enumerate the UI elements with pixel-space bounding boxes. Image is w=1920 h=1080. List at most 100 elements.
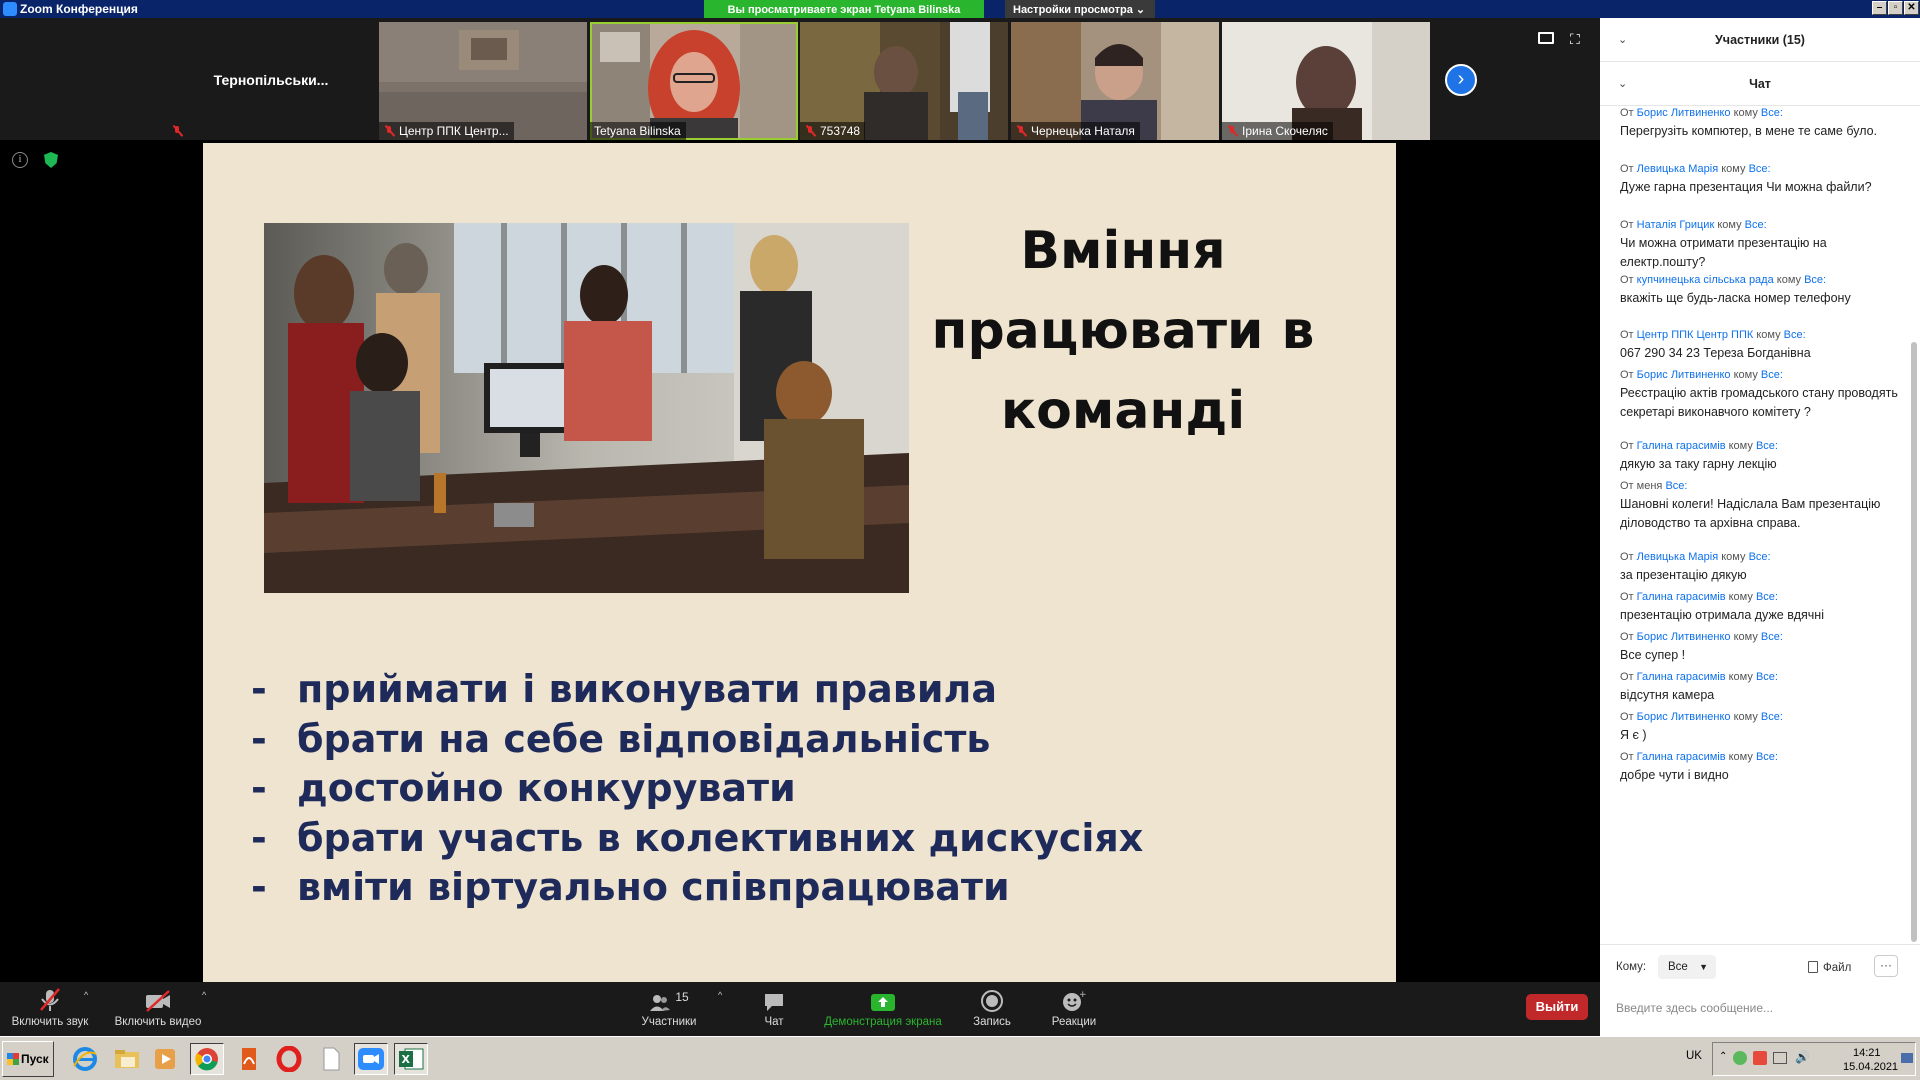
sender-name[interactable]: купчинецька сільська рада [1637,274,1774,286]
unmute-button[interactable]: Включить звук [10,982,90,1036]
meeting-info-icon[interactable]: i [12,152,28,168]
participants-icon [650,995,671,1011]
clock-time[interactable]: 14:21 [1853,1047,1881,1059]
participants-button[interactable]: 15 Участники [632,982,706,1036]
participant-tile[interactable]: Чернецька Наталя [1011,22,1219,140]
media-player-icon[interactable] [148,1043,182,1075]
collapse-chevron-icon[interactable]: ⌄ [1618,62,1627,106]
tray-network-icon[interactable] [1753,1051,1767,1065]
chevron-down-icon: ▼ [1699,962,1708,972]
chat-message: От Борис Литвиненко кому Все: Реєстрацію … [1620,368,1900,422]
chat-message-text: Чи можна отримати презентацію на електр.… [1620,236,1827,269]
chrome-icon[interactable] [190,1043,224,1075]
maximize-button[interactable]: ▫ [1888,1,1903,15]
chat-panel-header[interactable]: ⌄ Чат [1600,62,1920,106]
collapse-chevron-icon[interactable]: ⌄ [1618,18,1627,62]
chat-scrollbar-thumb[interactable] [1911,342,1917,942]
sender-name[interactable]: Левицька Марія [1637,163,1719,175]
view-options-button[interactable]: Настройки просмотра ⌄ [1005,0,1155,20]
chat-message-meta: От Центр ППК Центр ППК кому Все: [1620,329,1806,341]
sender-name[interactable]: Борис Литвиненко [1637,107,1731,119]
participant-tile[interactable]: Тернопільськи... [167,22,375,140]
participants-count: 15 [675,990,689,1004]
gallery-layout-icon[interactable] [1538,32,1554,44]
recipient-select[interactable]: Все ▼ [1658,955,1716,979]
share-screen-label: Демонстрация экрана [824,1016,942,1028]
mic-muted-icon [171,125,183,137]
slide-title-line: команді [1000,381,1246,441]
recipient-name: Все: [1755,671,1778,683]
sender-name[interactable]: Галина гарасимів [1637,751,1726,763]
chat-scrollbar[interactable] [1910,106,1918,944]
chat-message: От Борис Литвиненко кому Все: Я є ) [1620,710,1900,745]
sender-name[interactable]: Галина гарасимів [1637,591,1726,603]
recipient-name: Все: [1748,163,1771,175]
slide-bullet: - достойно конкурувати [251,766,796,810]
send-file-button[interactable]: Файл [1808,961,1851,974]
acrobat-icon[interactable] [232,1043,266,1075]
minimize-button[interactable]: – [1872,1,1887,15]
mic-muted-icon [804,125,816,137]
meeting-toolbar: Включить звук ^ Включить видео ^ 15 Учас… [0,982,1600,1036]
chat-message-meta: От Галина гарасимів кому Все: [1620,591,1778,603]
sender-name[interactable]: Галина гарасимів [1637,671,1726,683]
slide-bullet: - вміти віртуально співпрацювати [251,865,1010,909]
video-options-chevron-icon[interactable]: ^ [202,990,206,1000]
tray-app-icon[interactable] [1733,1051,1747,1065]
start-button[interactable]: Пуск [2,1041,54,1077]
sender-name[interactable]: Наталія Грицик [1637,219,1715,231]
encryption-shield-icon[interactable] [44,152,58,168]
sender-name[interactable]: Борис Литвиненко [1637,711,1731,723]
sender-name[interactable]: Левицька Марія [1637,551,1719,563]
show-desktop-icon[interactable] [1901,1053,1913,1063]
sender-name[interactable]: Борис Литвиненко [1637,369,1731,381]
excel-icon[interactable]: X [394,1043,428,1075]
sender-name[interactable]: Галина гарасимів [1637,440,1726,452]
keyboard-language-indicator[interactable]: UK [1686,1050,1702,1062]
chat-message-meta: От купчинецька сільська рада кому Все: [1620,274,1827,286]
gallery-next-page-button[interactable]: › [1445,64,1477,96]
chat-more-options-button[interactable]: ··· [1874,955,1898,977]
participant-tile-active-speaker[interactable]: Tetyana Bilinska [590,22,798,140]
chat-message-text: відсутня камера [1620,688,1715,702]
svg-text:X: X [402,1053,411,1066]
participants-panel-header[interactable]: ⌄ Участники (15) [1600,18,1920,62]
participant-name: Центр ППК Центр... [399,124,509,138]
reactions-button[interactable]: + Реакции [1046,982,1102,1036]
tray-display-icon[interactable] [1773,1052,1787,1064]
start-video-button[interactable]: Включить видео [112,982,204,1036]
chat-button[interactable]: Чат [752,982,796,1036]
slide-bullet: - брати на себе відповідальність [251,716,991,761]
explorer-folder-icon[interactable] [110,1043,144,1075]
audio-options-chevron-icon[interactable]: ^ [84,990,88,1000]
participant-tile[interactable]: Ірина Скочеляс [1222,22,1430,140]
blank-document-icon[interactable] [314,1043,348,1075]
share-screen-button[interactable]: Демонстрация экрана [818,982,948,1036]
recipient-name: Все: [1744,219,1767,231]
close-window-button[interactable]: ✕ [1904,1,1919,15]
chat-message-input[interactable] [1616,995,1904,1021]
sender-name[interactable]: Борис Литвиненко [1637,631,1731,643]
chat-message-text: презентацію отримала дуже вдячні [1620,608,1824,622]
participant-tile[interactable]: Центр ППК Центр... [379,22,587,140]
opera-icon[interactable] [272,1043,306,1075]
chat-message-list[interactable]: От Борис Литвиненко кому Все: Перегрузіть… [1600,106,1910,944]
participant-tile[interactable]: 753748 [800,22,1008,140]
zoom-icon[interactable] [354,1043,388,1075]
participants-options-chevron-icon[interactable]: ^ [718,990,722,1000]
fullscreen-icon[interactable]: ⛶ [1570,32,1586,46]
send-file-label: Файл [1823,962,1852,974]
clock-date[interactable]: 15.04.2021 [1843,1061,1898,1073]
recipient-label: Кому: [1616,961,1647,973]
tray-volume-icon[interactable]: 🔊 [1795,1050,1810,1064]
participant-name: Tetyana Bilinska [594,124,681,138]
record-button[interactable]: Запись [966,982,1018,1036]
chat-message-text: Перегрузіть компютер, в мене те саме бул… [1620,124,1878,138]
zoom-window: Zoom Конференция – ▫ ✕ Вы просматриваете… [0,0,1920,1080]
chat-message-text: Я є ) [1620,728,1647,742]
sender-name[interactable]: Центр ППК Центр ППК [1637,329,1754,341]
chat-compose-area: Кому: Все ▼ Файл ··· [1600,944,1920,1036]
leave-meeting-button[interactable]: Выйти [1526,994,1588,1020]
ie-icon[interactable] [68,1043,102,1075]
tray-expand-icon[interactable]: ⌃ [1719,1051,1727,1062]
